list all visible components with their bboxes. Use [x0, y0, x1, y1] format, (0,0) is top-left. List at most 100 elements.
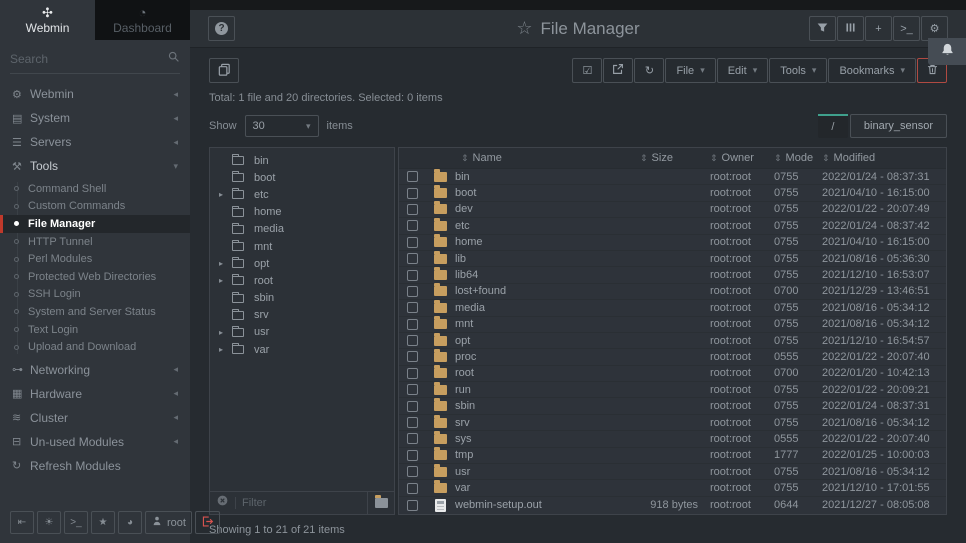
- file-name[interactable]: tmp: [455, 449, 640, 461]
- file-name[interactable]: lib: [455, 253, 640, 265]
- sidebar-item-tools[interactable]: ⚒Tools▾: [0, 154, 190, 178]
- row-checkbox[interactable]: [407, 500, 418, 511]
- row-checkbox[interactable]: [407, 204, 418, 215]
- tree-item-mnt[interactable]: mnt: [210, 238, 394, 255]
- menu-edit-button[interactable]: Edit▾: [717, 58, 769, 83]
- tab-webmin[interactable]: ✣ Webmin: [0, 0, 95, 40]
- file-name[interactable]: sys: [455, 433, 640, 445]
- expand-arrow-icon[interactable]: ▸: [219, 190, 232, 199]
- sidebar-item-protected-web-directories[interactable]: Protected Web Directories: [0, 268, 190, 286]
- file-name[interactable]: lost+found: [455, 285, 640, 297]
- row-checkbox[interactable]: [407, 450, 418, 461]
- row-checkbox[interactable]: [407, 335, 418, 346]
- filter-button[interactable]: [809, 16, 836, 41]
- sidebar-item-hardware[interactable]: ▦Hardware◂: [0, 382, 190, 406]
- tree-item-home[interactable]: home: [210, 204, 394, 221]
- favorites-button[interactable]: ★: [91, 511, 115, 534]
- page-size-select[interactable]: 30 ▾: [245, 115, 319, 137]
- terminal-button[interactable]: >_: [893, 16, 920, 41]
- file-name[interactable]: root: [455, 367, 640, 379]
- sidebar-item-text-login[interactable]: Text Login: [0, 321, 190, 339]
- tree-item-boot[interactable]: boot: [210, 169, 394, 186]
- sidebar-item-servers[interactable]: ☰Servers◂: [0, 130, 190, 154]
- row-checkbox[interactable]: [407, 351, 418, 362]
- row-checkbox[interactable]: [407, 220, 418, 231]
- help-button[interactable]: ?: [208, 16, 235, 41]
- notifications-button[interactable]: [928, 38, 966, 65]
- logout-button[interactable]: [195, 511, 220, 534]
- user-button[interactable]: root: [145, 511, 192, 534]
- sidebar-item-cluster[interactable]: ≋Cluster◂: [0, 406, 190, 430]
- paste-buffer-button[interactable]: [209, 58, 239, 83]
- file-name[interactable]: etc: [455, 220, 640, 232]
- row-checkbox[interactable]: [407, 433, 418, 444]
- file-name[interactable]: bin: [455, 171, 640, 183]
- search-input[interactable]: [10, 52, 167, 66]
- file-name[interactable]: media: [455, 302, 640, 314]
- row-checkbox[interactable]: [407, 368, 418, 379]
- expand-arrow-icon[interactable]: ▸: [219, 259, 232, 268]
- sidebar-item-custom-commands[interactable]: Custom Commands: [0, 198, 190, 216]
- file-name[interactable]: opt: [455, 335, 640, 347]
- file-name[interactable]: usr: [455, 466, 640, 478]
- tree-item-usr[interactable]: ▸usr: [210, 324, 394, 341]
- export-button[interactable]: [603, 58, 633, 83]
- language-button[interactable]: ◕: [118, 511, 142, 534]
- sidebar-item-system-and-server-status[interactable]: System and Server Status: [0, 303, 190, 321]
- row-checkbox[interactable]: [407, 171, 418, 182]
- file-name[interactable]: dev: [455, 203, 640, 215]
- row-checkbox[interactable]: [407, 417, 418, 428]
- file-name[interactable]: home: [455, 236, 640, 248]
- file-name[interactable]: boot: [455, 187, 640, 199]
- select-all-button[interactable]: ☑: [572, 58, 602, 83]
- tree-item-root[interactable]: ▸root: [210, 272, 394, 289]
- row-checkbox[interactable]: [407, 270, 418, 281]
- row-checkbox[interactable]: [407, 401, 418, 412]
- column-header-owner[interactable]: ⇕Owner: [710, 152, 774, 164]
- sidebar-item-networking[interactable]: ⊶Networking◂: [0, 358, 190, 382]
- file-name[interactable]: sbin: [455, 400, 640, 412]
- columns-button[interactable]: [837, 16, 864, 41]
- sidebar-item-upload-and-download[interactable]: Upload and Download: [0, 338, 190, 356]
- sidebar-item-perl-modules[interactable]: Perl Modules: [0, 250, 190, 268]
- tree-item-media[interactable]: media: [210, 221, 394, 238]
- file-name[interactable]: srv: [455, 417, 640, 429]
- row-checkbox[interactable]: [407, 483, 418, 494]
- sidebar-item-system[interactable]: ▤System◂: [0, 106, 190, 130]
- tree-folder-button[interactable]: [367, 492, 394, 514]
- expand-arrow-icon[interactable]: ▸: [219, 345, 232, 354]
- tab-dashboard[interactable]: ◔ Dashboard: [95, 0, 190, 40]
- add-button[interactable]: +: [865, 16, 892, 41]
- file-name[interactable]: lib64: [455, 269, 640, 281]
- shell-button[interactable]: >_: [64, 511, 88, 534]
- row-checkbox[interactable]: [407, 466, 418, 477]
- row-checkbox[interactable]: [407, 237, 418, 248]
- sidebar-item-http-tunnel[interactable]: HTTP Tunnel: [0, 233, 190, 251]
- row-checkbox[interactable]: [407, 253, 418, 264]
- tree-filter-input[interactable]: [242, 497, 367, 509]
- file-name[interactable]: proc: [455, 351, 640, 363]
- file-name[interactable]: var: [455, 482, 640, 494]
- tree-item-etc[interactable]: ▸etc: [210, 186, 394, 203]
- file-name[interactable]: webmin-setup.out: [455, 499, 640, 511]
- column-header-size[interactable]: ⇕Size: [640, 152, 710, 164]
- row-checkbox[interactable]: [407, 384, 418, 395]
- breadcrumb-current-button[interactable]: binary_sensor: [850, 114, 947, 138]
- file-name[interactable]: mnt: [455, 318, 640, 330]
- tree-item-var[interactable]: ▸var: [210, 341, 394, 358]
- column-header-name[interactable]: ⇕Name: [455, 152, 640, 164]
- column-header-mode[interactable]: ⇕Mode: [774, 152, 822, 164]
- sidebar-item-file-manager[interactable]: File Manager: [0, 215, 190, 233]
- sidebar-item-un-used-modules[interactable]: ⊟Un-used Modules◂: [0, 430, 190, 454]
- row-checkbox[interactable]: [407, 302, 418, 313]
- menu-bookmarks-button[interactable]: Bookmarks▾: [828, 58, 916, 83]
- theme-toggle-button[interactable]: ☀: [37, 511, 61, 534]
- expand-arrow-icon[interactable]: ▸: [219, 328, 232, 337]
- menu-tools-button[interactable]: Tools▾: [769, 58, 827, 83]
- sidebar-item-command-shell[interactable]: Command Shell: [0, 180, 190, 198]
- tree-item-bin[interactable]: bin: [210, 152, 394, 169]
- refresh-button[interactable]: ↻: [634, 58, 664, 83]
- menu-file-button[interactable]: File▾: [665, 58, 715, 83]
- sidebar-item-ssh-login[interactable]: SSH Login: [0, 286, 190, 304]
- collapse-sidebar-button[interactable]: ⇤: [10, 511, 34, 534]
